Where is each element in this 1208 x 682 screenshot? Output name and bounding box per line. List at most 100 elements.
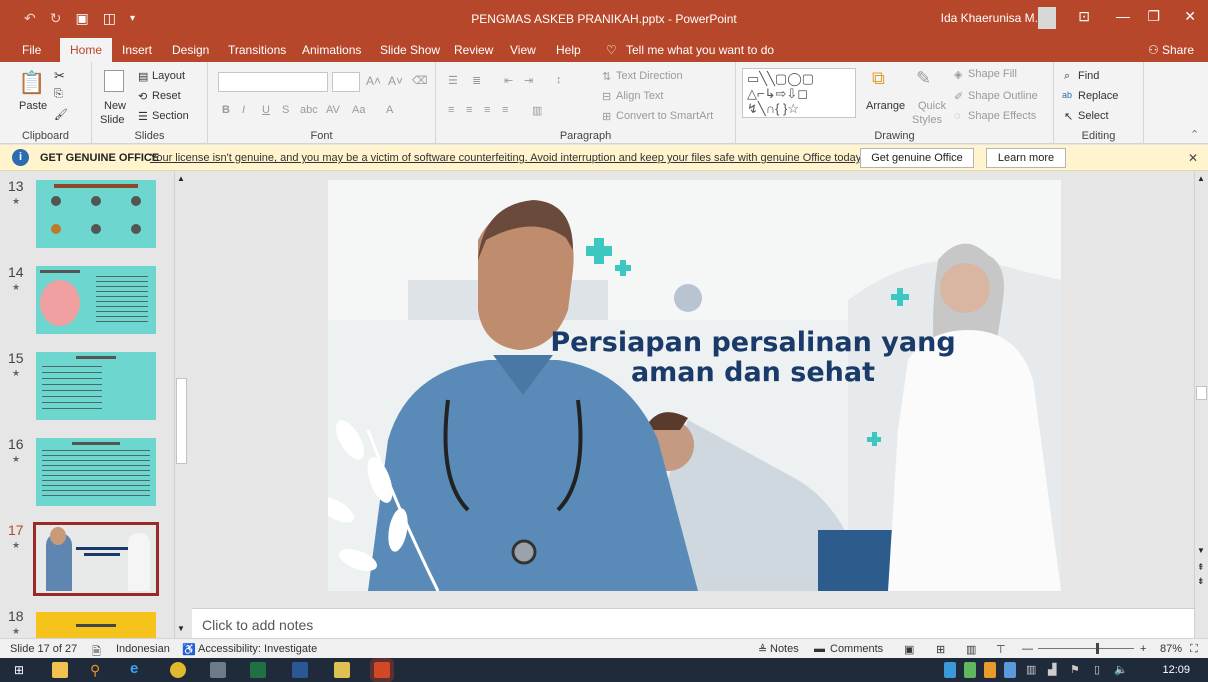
search-icon[interactable]: ⚲ — [90, 662, 106, 678]
decrease-indent-icon[interactable]: ⇤ — [504, 74, 513, 87]
quick-styles-button[interactable]: Quick — [918, 100, 946, 112]
find-button[interactable]: Find — [1078, 70, 1099, 82]
tray-app-icon[interactable] — [1004, 662, 1016, 678]
network-icon[interactable]: ▥ — [1026, 663, 1042, 679]
flag-icon[interactable]: ⚑ — [1070, 663, 1086, 679]
word-icon[interactable] — [292, 662, 308, 678]
shape-outline-button[interactable]: Shape Outline — [968, 90, 1038, 102]
windows-start-icon[interactable]: ⊞ — [14, 663, 30, 679]
user-name[interactable]: Ida Khaerunisa M. — [941, 11, 1038, 25]
close-icon[interactable]: ✕ — [1188, 151, 1198, 165]
battery-icon[interactable]: ▯ — [1094, 663, 1110, 679]
scrollbar-thumb[interactable] — [176, 378, 187, 464]
shape-fill-button[interactable]: Shape Fill — [968, 68, 1017, 80]
bold-icon[interactable]: B — [222, 104, 230, 116]
character-spacing-icon[interactable]: AV — [326, 104, 340, 116]
vertical-scrollbar[interactable]: ▲ ▼ ⇞ ⇟ — [1194, 172, 1208, 638]
signal-icon[interactable]: ▟ — [1048, 663, 1064, 679]
zoom-slider[interactable] — [1038, 648, 1134, 649]
file-explorer-icon[interactable] — [52, 662, 68, 678]
presenter-icon[interactable]: ◫ — [103, 10, 116, 27]
app-icon[interactable] — [210, 662, 226, 678]
arrange-icon[interactable]: ⧉ — [872, 68, 885, 89]
decrease-font-icon[interactable]: A˅ — [388, 74, 403, 88]
shadow-icon[interactable]: S — [282, 104, 289, 116]
select-button[interactable]: Select — [1078, 110, 1109, 122]
slide-thumbnail-18[interactable] — [36, 612, 156, 638]
format-painter-icon[interactable]: 🖌 — [54, 108, 68, 121]
reading-view-icon[interactable]: ▥ — [966, 643, 976, 656]
comments-button[interactable]: Comments — [830, 643, 883, 655]
numbering-icon[interactable]: ≣ — [472, 74, 481, 87]
slide-thumbnail-15[interactable] — [36, 352, 156, 420]
thumbnails-scrollbar[interactable]: ▲ ▼ — [174, 172, 188, 638]
get-genuine-office-button[interactable]: Get genuine Office — [860, 148, 974, 168]
slide-thumbnail-13[interactable] — [36, 180, 156, 248]
shapes-gallery[interactable]: ▭╲╲▢◯▢ △⌐↳⇨⇩◻ ↯╲∩{ }☆ — [742, 68, 856, 118]
powerpoint-icon[interactable] — [374, 662, 390, 678]
save-icon[interactable]: ▣ — [75, 10, 88, 27]
strikethrough-icon[interactable]: abc — [300, 104, 318, 116]
tab-slide-show[interactable]: Slide Show — [380, 43, 440, 57]
undo-icon[interactable]: ↶ — [24, 10, 36, 27]
scrollbar-thumb[interactable] — [1196, 386, 1207, 400]
notes-button[interactable]: Notes — [770, 643, 799, 655]
align-left-icon[interactable]: ≡ — [448, 104, 454, 116]
underline-icon[interactable]: U — [262, 104, 270, 116]
change-case-icon[interactable]: Aa — [352, 104, 365, 116]
ribbon-display-icon[interactable]: ⊡ — [1078, 8, 1090, 25]
infobar-message-link[interactable]: Your license isn't genuine, and you may … — [150, 152, 863, 164]
tab-home[interactable]: Home — [60, 38, 113, 62]
tab-help[interactable]: Help — [556, 43, 581, 57]
tell-me-search[interactable]: Tell me what you want to do — [626, 43, 774, 57]
tab-review[interactable]: Review — [454, 43, 493, 57]
tab-insert[interactable]: Insert — [122, 43, 152, 57]
notes-pane[interactable]: Click to add notes — [192, 608, 1194, 638]
redo-icon[interactable]: ↻ — [50, 10, 62, 27]
scroll-down-icon[interactable]: ▼ — [1197, 546, 1205, 555]
volume-icon[interactable]: 🔈 — [1114, 663, 1130, 679]
font-name-input[interactable] — [218, 72, 328, 92]
reset-button[interactable]: Reset — [152, 90, 181, 102]
justify-icon[interactable]: ≡ — [502, 104, 508, 116]
scroll-down-icon[interactable]: ▼ — [177, 624, 185, 633]
slide-title[interactable]: Persiapan persalinan yang aman dan sehat — [523, 328, 983, 388]
new-slide-icon[interactable] — [104, 70, 124, 92]
accessibility-status[interactable]: Accessibility: Investigate — [198, 643, 317, 655]
tab-view[interactable]: View — [510, 43, 536, 57]
slide-thumbnail-16[interactable] — [36, 438, 156, 506]
scroll-up-icon[interactable]: ▲ — [1197, 174, 1205, 183]
minimize-icon[interactable]: — — [1116, 8, 1130, 24]
new-slide-button[interactable]: New — [104, 100, 126, 112]
paste-icon[interactable]: 📋 — [18, 70, 45, 96]
close-icon[interactable]: ✕ — [1184, 8, 1196, 25]
avatar[interactable] — [1038, 7, 1056, 29]
next-slide-icon[interactable]: ⇟ — [1197, 576, 1205, 587]
quick-styles-icon[interactable]: ✎ — [916, 68, 931, 89]
tray-app-icon[interactable] — [944, 662, 956, 678]
convert-smartart-button[interactable]: Convert to SmartArt — [616, 110, 713, 122]
collapse-ribbon-icon[interactable]: ⌃ — [1190, 128, 1199, 141]
clear-formatting-icon[interactable]: ⌫ — [412, 74, 428, 87]
tray-app-icon[interactable] — [964, 662, 976, 678]
bullets-icon[interactable]: ☰ — [448, 74, 458, 87]
italic-icon[interactable]: I — [242, 104, 245, 116]
tray-app-icon[interactable] — [984, 662, 996, 678]
fit-slide-icon[interactable]: ⛶ — [1190, 643, 1198, 656]
customize-qat-icon[interactable]: ▾ — [130, 13, 135, 27]
zoom-out-icon[interactable]: — — [1022, 643, 1033, 655]
share-button[interactable]: Share — [1162, 43, 1194, 57]
edge-icon[interactable]: e — [130, 660, 146, 677]
learn-more-button[interactable]: Learn more — [986, 148, 1066, 168]
text-direction-button[interactable]: Text Direction — [616, 70, 683, 82]
slide-thumbnail-14[interactable] — [36, 266, 156, 334]
zoom-level[interactable]: 87% — [1160, 643, 1182, 655]
font-color-icon[interactable]: A — [386, 104, 393, 116]
slideshow-icon[interactable]: ⊤ — [996, 643, 1006, 656]
current-slide[interactable]: Persiapan persalinan yang aman dan sehat — [328, 180, 1061, 591]
replace-button[interactable]: Replace — [1078, 90, 1118, 102]
layout-button[interactable]: Layout — [152, 70, 185, 82]
excel-icon[interactable] — [250, 662, 266, 678]
slide-thumbnail-17[interactable] — [33, 522, 159, 596]
align-right-icon[interactable]: ≡ — [484, 104, 490, 116]
